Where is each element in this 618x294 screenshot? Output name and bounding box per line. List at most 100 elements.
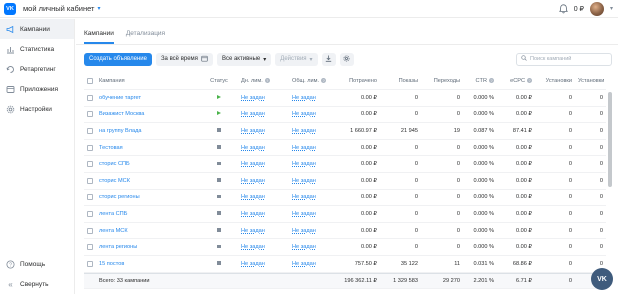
col-header-shows[interactable]: Показы bbox=[380, 78, 421, 84]
status-cell[interactable] bbox=[200, 228, 238, 234]
campaign-name-link-text[interactable]: лента СПБ bbox=[99, 211, 127, 217]
campaign-name-link[interactable]: лента СПБ bbox=[96, 211, 200, 217]
col-header-spent[interactable]: Потрачено bbox=[336, 78, 380, 84]
select-all-checkbox[interactable] bbox=[87, 77, 93, 84]
total-limit-link-text[interactable]: Не задан bbox=[292, 145, 316, 151]
campaign-name-link[interactable]: сторис СПБ bbox=[96, 161, 200, 167]
campaign-name-link[interactable]: Визажист Москва bbox=[96, 111, 200, 117]
row-checkbox[interactable] bbox=[87, 260, 93, 267]
daily-limit-link[interactable]: Не задан bbox=[238, 244, 289, 250]
daily-limit-link[interactable]: Не задан bbox=[238, 161, 289, 167]
table-row[interactable]: обучение таргет Не задан Не задан 0.00 ₽ 0 0 0… bbox=[84, 90, 606, 107]
status-cell[interactable] bbox=[200, 244, 238, 250]
total-limit-link[interactable]: Не задан bbox=[289, 261, 336, 267]
table-row[interactable]: Тестовая Не задан Не задан 0.00 ₽ 0 0 0.000 % 0… bbox=[84, 140, 606, 157]
row-checkbox[interactable] bbox=[87, 94, 93, 101]
status-cell[interactable] bbox=[200, 111, 238, 117]
stop-status-icon[interactable] bbox=[217, 161, 221, 166]
status-cell[interactable] bbox=[200, 178, 238, 184]
actions-select[interactable]: Действия ▾ bbox=[275, 52, 318, 66]
sidebar-item-apps[interactable]: Приложения bbox=[0, 79, 74, 99]
sidebar-item-retargeting[interactable]: Ретаргетинг bbox=[0, 59, 74, 79]
stop-status-icon[interactable] bbox=[217, 228, 221, 232]
col-header-ecpc[interactable]: eCPC? bbox=[497, 78, 535, 84]
daily-limit-link-text[interactable]: Не задан bbox=[241, 244, 265, 250]
daily-limit-link[interactable]: Не задан bbox=[238, 145, 289, 151]
stop-status-icon[interactable] bbox=[217, 211, 221, 215]
col-header-installs-2[interactable]: Установки bbox=[575, 78, 606, 84]
col-header-daily-limit[interactable]: Дн. лим.? bbox=[238, 78, 289, 84]
table-row[interactable]: сторис СПБ Не задан Не задан 0.00 ₽ 0 0 0.000 … bbox=[84, 156, 606, 173]
daily-limit-link[interactable]: Не задан bbox=[238, 194, 289, 200]
total-limit-link-text[interactable]: Не задан bbox=[292, 161, 316, 167]
bell-icon[interactable] bbox=[558, 3, 568, 14]
table-row[interactable]: на группу Влада Не задан Не задан 1 660.97 … bbox=[84, 123, 606, 140]
campaign-name-link-text[interactable]: Визажист Москва bbox=[99, 111, 144, 117]
col-header-ctr[interactable]: CTR? bbox=[463, 78, 497, 84]
total-limit-link[interactable]: Не задан bbox=[289, 128, 336, 134]
col-header-status[interactable]: Статус bbox=[200, 78, 238, 84]
sidebar-item-statistics[interactable]: Статистика bbox=[0, 39, 74, 59]
avatar[interactable] bbox=[589, 1, 604, 16]
campaign-name-link-text[interactable]: сторис МСК bbox=[99, 178, 130, 184]
status-cell[interactable] bbox=[200, 145, 238, 151]
stop-status-icon[interactable] bbox=[217, 194, 221, 199]
total-limit-link-text[interactable]: Не задан bbox=[292, 261, 316, 267]
campaign-name-link[interactable]: сторис МСК bbox=[96, 178, 200, 184]
col-header-name[interactable]: Кампания bbox=[96, 78, 200, 84]
total-limit-link-text[interactable]: Не задан bbox=[292, 178, 316, 184]
col-header-clicks[interactable]: Переходы bbox=[421, 78, 463, 84]
period-select[interactable]: За всё время bbox=[155, 52, 213, 66]
campaign-name-link-text[interactable]: сторис регионы bbox=[99, 194, 140, 200]
total-limit-link-text[interactable]: Не задан bbox=[292, 244, 316, 250]
stop-status-icon[interactable] bbox=[217, 261, 221, 265]
total-limit-link[interactable]: Не задан bbox=[289, 194, 336, 200]
sidebar-item-collapse[interactable]: « Свернуть bbox=[0, 274, 75, 294]
row-checkbox[interactable] bbox=[87, 127, 93, 134]
total-limit-link[interactable]: Не задан bbox=[289, 145, 336, 151]
row-checkbox[interactable] bbox=[87, 227, 93, 234]
daily-limit-link-text[interactable]: Не задан bbox=[241, 161, 265, 167]
daily-limit-link[interactable]: Не задан bbox=[238, 95, 289, 101]
campaign-name-link[interactable]: лента МСК bbox=[96, 228, 200, 234]
help-icon[interactable]: ? bbox=[527, 77, 532, 83]
settings-button[interactable] bbox=[339, 52, 354, 66]
total-limit-link[interactable]: Не задан bbox=[289, 244, 336, 250]
table-row[interactable]: 15 постов Не задан Не задан 757.50 ₽ 35 122 1… bbox=[84, 256, 606, 273]
daily-limit-link[interactable]: Не задан bbox=[238, 111, 289, 117]
campaign-name-link-text[interactable]: обучение таргет bbox=[99, 95, 141, 101]
row-checkbox[interactable] bbox=[87, 210, 93, 217]
campaign-name-link[interactable]: Тестовая bbox=[96, 145, 200, 151]
total-limit-link-text[interactable]: Не задан bbox=[292, 194, 316, 200]
search-input[interactable]: Поиск кампаний bbox=[516, 52, 612, 66]
total-limit-link[interactable]: Не задан bbox=[289, 228, 336, 234]
campaign-name-link[interactable]: сторис регионы bbox=[96, 194, 200, 200]
stop-status-icon[interactable] bbox=[217, 178, 221, 182]
total-limit-link[interactable]: Не задан bbox=[289, 211, 336, 217]
campaign-name-link[interactable]: обучение таргет bbox=[96, 95, 200, 101]
row-checkbox[interactable] bbox=[87, 244, 93, 251]
daily-limit-link-text[interactable]: Не задан bbox=[241, 194, 265, 200]
campaign-name-link-text[interactable]: лента МСК bbox=[99, 228, 128, 234]
daily-limit-link-text[interactable]: Не задан bbox=[241, 178, 265, 184]
vk-help-button[interactable]: VK bbox=[591, 268, 613, 290]
status-cell[interactable] bbox=[200, 261, 238, 267]
daily-limit-link[interactable]: Не задан bbox=[238, 128, 289, 134]
campaign-name-link-text[interactable]: 15 постов bbox=[99, 261, 124, 267]
col-header-installs[interactable]: Установки bbox=[535, 78, 575, 84]
total-limit-link[interactable]: Не задан bbox=[289, 95, 336, 101]
help-icon[interactable]: ? bbox=[264, 77, 270, 83]
vertical-scrollbar[interactable] bbox=[608, 92, 612, 187]
daily-limit-link[interactable]: Не задан bbox=[238, 178, 289, 184]
daily-limit-link-text[interactable]: Не задан bbox=[241, 145, 265, 151]
table-row[interactable]: сторис МСК Не задан Не задан 0.00 ₽ 0 0 0.000 … bbox=[84, 173, 606, 190]
stop-status-icon[interactable] bbox=[217, 128, 221, 132]
stop-status-icon[interactable] bbox=[217, 244, 221, 249]
col-header-total-limit[interactable]: Общ. лим.? bbox=[289, 78, 336, 84]
status-cell[interactable] bbox=[200, 161, 238, 167]
row-checkbox[interactable] bbox=[87, 194, 93, 201]
row-checkbox[interactable] bbox=[87, 144, 93, 151]
sidebar-item-help[interactable]: ? Помощь bbox=[0, 254, 75, 274]
campaign-name-link-text[interactable]: на группу Влада bbox=[99, 128, 142, 134]
status-filter-select[interactable]: Все активные ▾ bbox=[216, 52, 272, 66]
